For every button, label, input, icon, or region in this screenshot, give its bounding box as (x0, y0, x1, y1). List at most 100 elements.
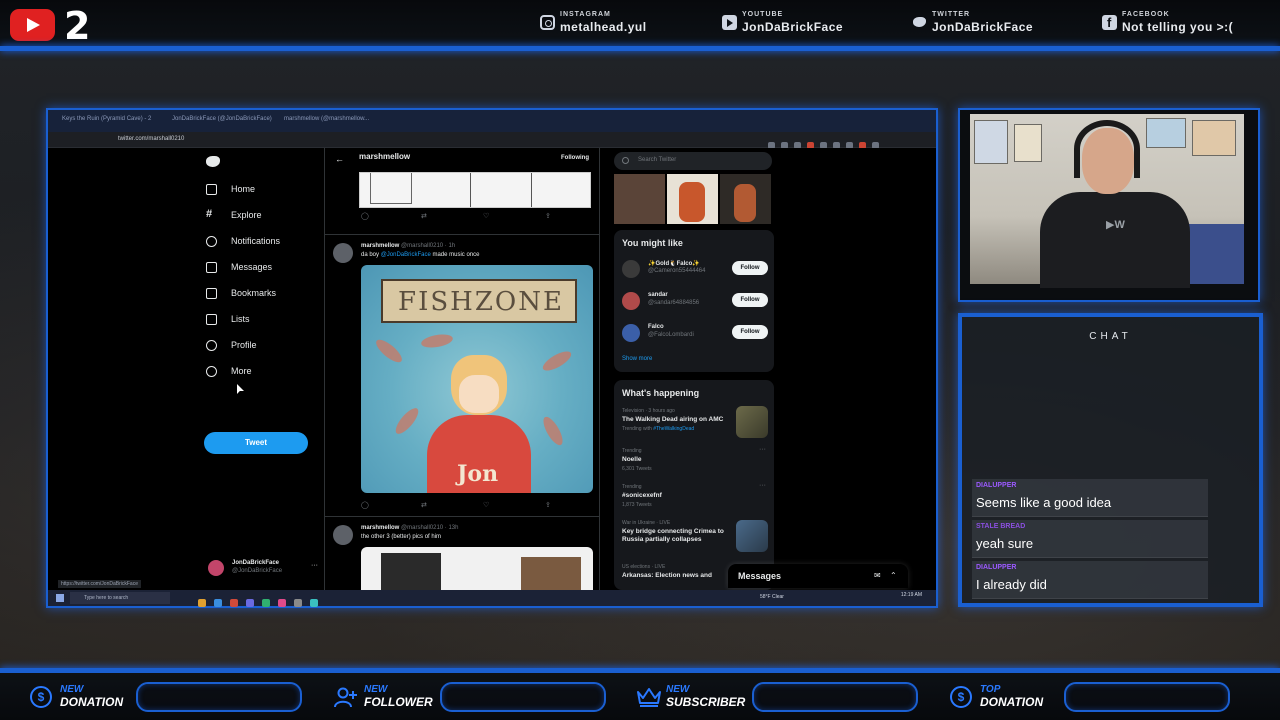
media-thumb[interactable] (720, 174, 771, 224)
search-input[interactable]: Search Twitter (614, 152, 772, 170)
address-bar[interactable]: twitter.com/marshall0210 (48, 132, 936, 149)
browser-tab[interactable]: marshmellow (@marshmellow... (284, 116, 369, 122)
app-icon[interactable] (198, 599, 206, 607)
alert-prefix: NEW (364, 684, 388, 695)
trend-item[interactable]: Trending Noelle 6,301 Tweets (622, 448, 732, 472)
like-icon[interactable]: ♡ (483, 501, 489, 509)
avatar (208, 560, 224, 576)
tweet-author[interactable]: marshmellow @marshall0210 · 13h (361, 525, 459, 531)
avatar[interactable] (333, 243, 353, 263)
account-name: JonDaBrickFace (232, 560, 280, 566)
nav-bookmarks[interactable]: Bookmarks (206, 286, 296, 304)
nav-label: Messages (231, 262, 273, 272)
more-icon[interactable]: ··· (759, 446, 766, 453)
nav-explore[interactable]: # Explore (206, 208, 296, 226)
url-text[interactable]: twitter.com/marshall0210 (118, 136, 184, 142)
alert-type: DONATION (60, 695, 124, 709)
app-icon[interactable] (294, 599, 302, 607)
reply-icon[interactable]: ◯ (361, 212, 369, 220)
search-placeholder: Search Twitter (638, 157, 677, 163)
app-icon[interactable] (214, 599, 222, 607)
nav-messages[interactable]: Messages (206, 260, 296, 278)
social-handle: Not telling you >:( (1122, 20, 1234, 34)
show-more-link[interactable]: Show more (622, 356, 652, 362)
whats-happening-panel: What's happening Television · 3 hours ag… (614, 380, 774, 590)
trend-item[interactable]: Trending #sonicexefnf 1,873 Tweets (622, 484, 732, 508)
app-icon[interactable] (262, 599, 270, 607)
following-button[interactable]: Following (561, 155, 589, 161)
media-thumb[interactable] (614, 174, 665, 224)
tweet-mention[interactable]: @JonDaBrickFace (381, 252, 431, 258)
suggested-user[interactable]: ✨Gold🐧Falco✨ @Cameron55444464 Follow (622, 258, 768, 284)
panel-title: What's happening (622, 388, 700, 398)
taskbar-search[interactable]: Type here to search (70, 592, 170, 604)
tweet-actions: ◯ ⇄ ♡ ⇪ (361, 501, 561, 511)
suggested-user[interactable]: Falco @FalcoLombardi Follow (622, 322, 768, 348)
windows-start-icon[interactable] (56, 594, 64, 602)
twitter-logo-icon[interactable] (206, 156, 220, 167)
alert-prefix: NEW (60, 684, 84, 695)
taskbar-clock[interactable]: 12:19 AM (901, 592, 922, 598)
browser-tab[interactable]: JonDaBrickFace (@JonDaBrickFace) (172, 116, 272, 122)
social-handle: JonDaBrickFace (932, 20, 1034, 34)
taskbar-apps (198, 594, 326, 612)
suggested-user-handle: @sandar64884856 (648, 300, 700, 306)
nav-label: Lists (231, 314, 250, 324)
trend-item[interactable]: US elections · LIVE Arkansas: Election n… (622, 564, 732, 580)
follow-button[interactable]: Follow (732, 261, 768, 275)
follow-button[interactable]: Follow (732, 293, 768, 307)
avatar[interactable] (333, 525, 353, 545)
media-thumb[interactable] (667, 174, 718, 224)
app-icon[interactable] (230, 599, 238, 607)
trend-item[interactable]: Television · 3 hours ago The Walking Dea… (622, 408, 732, 432)
webcam-room: ▶W (970, 114, 1244, 288)
chevron-up-icon[interactable]: ⌃ (890, 571, 897, 580)
account-switcher[interactable]: JonDaBrickFace @JonDaBrickFace ··· (208, 558, 318, 580)
reply-icon[interactable]: ◯ (361, 501, 369, 509)
account-handle: @JonDaBrickFace (232, 568, 283, 574)
media-strip (614, 174, 772, 224)
messages-drawer[interactable]: Messages ✉ ⌃ (728, 564, 908, 588)
trend-hashtag[interactable]: #TheWalkingDead (653, 426, 694, 432)
fish-drawing (392, 404, 422, 438)
nav-more[interactable]: More (206, 364, 296, 382)
webcam-feed: ▶W (958, 108, 1260, 302)
share-icon[interactable]: ⇪ (545, 212, 551, 220)
share-icon[interactable]: ⇪ (545, 501, 551, 509)
mail-icon (206, 262, 217, 273)
app-icon[interactable] (246, 599, 254, 607)
tweet-image[interactable] (361, 547, 593, 590)
nav-notifications[interactable]: Notifications (206, 234, 296, 252)
tweet-text: the other 3 (better) pics of him (361, 534, 442, 540)
back-arrow-icon[interactable]: ← (335, 154, 344, 164)
taskbar-weather[interactable]: 58°F Clear (760, 594, 784, 600)
trend-item[interactable]: War in Ukraine · LIVE Key bridge connect… (622, 520, 734, 544)
instagram-icon (540, 15, 555, 30)
tweet-image[interactable]: FISHZONE Jon (361, 265, 593, 493)
follow-button[interactable]: Follow (732, 325, 768, 339)
app-icon[interactable] (278, 599, 286, 607)
nav-lists[interactable]: Lists (206, 312, 296, 330)
tweet-author[interactable]: marshmellow @marshall0210 · 1h (361, 243, 455, 249)
more-icon[interactable]: ··· (759, 482, 766, 489)
app-icon[interactable] (310, 599, 318, 607)
browser-tab[interactable]: Keys the Ruin (Pyramid Cave) - 2 (62, 116, 151, 122)
add-person-icon (334, 686, 357, 708)
tweet-button[interactable]: Tweet (204, 432, 308, 454)
nav-profile[interactable]: Profile (206, 338, 296, 356)
retweet-icon[interactable]: ⇄ (421, 501, 427, 509)
tweet-image[interactable] (359, 172, 591, 208)
alert-new-follower: NEW FOLLOWER (334, 682, 608, 712)
nav-home[interactable]: Home (206, 182, 296, 200)
headset-icon (1074, 120, 1140, 178)
new-message-icon[interactable]: ✉ (874, 571, 881, 580)
tweet[interactable]: marshmellow @marshall0210 · 1h da boy @J… (325, 234, 599, 516)
alert-prefix: TOP (980, 684, 1001, 695)
like-icon[interactable]: ♡ (483, 212, 489, 220)
fish-drawing (420, 332, 454, 350)
alert-value-box (440, 682, 606, 712)
suggested-user[interactable]: sandar @sandar64884856 Follow (622, 290, 768, 316)
tweet[interactable]: marshmellow @marshall0210 · 13h the othe… (325, 516, 599, 590)
retweet-icon[interactable]: ⇄ (421, 212, 427, 220)
youtube-icon (722, 15, 737, 30)
